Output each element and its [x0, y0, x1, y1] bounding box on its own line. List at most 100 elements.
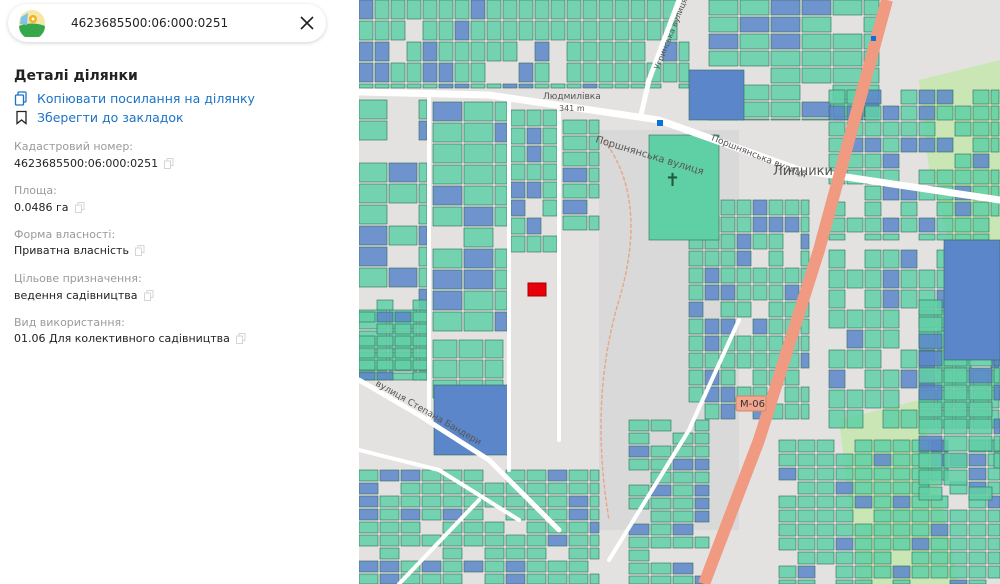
land-parcel[interactable] — [882, 289, 900, 309]
land-parcel[interactable] — [463, 311, 494, 332]
land-parcel[interactable] — [770, 101, 801, 118]
land-parcel[interactable] — [778, 453, 797, 467]
land-parcel[interactable] — [494, 143, 508, 164]
land-parcel[interactable] — [943, 435, 968, 452]
land-parcel[interactable] — [518, 83, 534, 89]
land-parcel[interactable] — [864, 153, 882, 169]
land-parcel[interactable] — [972, 233, 990, 241]
land-parcel[interactable] — [846, 349, 864, 369]
land-parcel[interactable] — [936, 201, 954, 217]
land-parcel[interactable] — [854, 439, 873, 453]
land-parcel[interactable] — [400, 521, 421, 534]
land-parcel[interactable] — [736, 267, 752, 284]
land-parcel[interactable] — [816, 551, 835, 565]
land-parcel[interactable] — [778, 523, 797, 537]
land-parcel[interactable] — [672, 458, 694, 471]
land-parcel[interactable] — [534, 62, 550, 83]
land-parcel[interactable] — [412, 323, 428, 335]
land-parcel[interactable] — [778, 579, 797, 584]
land-parcel[interactable] — [526, 235, 542, 253]
land-parcel[interactable] — [720, 369, 736, 386]
land-parcel[interactable] — [566, 0, 582, 20]
land-parcel[interactable] — [614, 20, 630, 41]
land-parcel[interactable] — [892, 523, 911, 537]
land-parcel[interactable] — [388, 162, 418, 183]
land-parcel[interactable] — [854, 467, 873, 481]
land-parcel[interactable] — [566, 83, 582, 89]
land-parcel[interactable] — [422, 41, 438, 62]
land-parcel[interactable] — [442, 573, 463, 584]
land-parcel[interactable] — [797, 453, 816, 467]
land-parcel[interactable] — [694, 458, 710, 471]
land-parcel[interactable] — [454, 83, 470, 89]
land-parcel[interactable] — [650, 510, 672, 523]
land-parcel[interactable] — [566, 62, 582, 83]
land-parcel[interactable] — [628, 432, 650, 445]
land-parcel[interactable] — [432, 269, 463, 290]
land-parcel[interactable] — [359, 99, 388, 120]
land-parcel[interactable] — [911, 523, 930, 537]
land-parcel[interactable] — [614, 83, 630, 89]
land-parcel[interactable] — [736, 284, 752, 301]
land-parcel[interactable] — [562, 215, 588, 231]
land-parcel[interactable] — [864, 105, 882, 121]
land-parcel[interactable] — [873, 481, 892, 495]
land-parcel[interactable] — [359, 204, 388, 225]
land-parcel[interactable] — [968, 565, 987, 579]
land-parcel[interactable] — [388, 267, 418, 288]
land-parcel[interactable] — [406, 0, 422, 20]
land-parcel[interactable] — [688, 352, 704, 369]
land-parcel[interactable] — [688, 369, 704, 386]
land-parcel[interactable] — [494, 269, 508, 290]
land-parcel[interactable] — [550, 83, 566, 89]
land-parcel[interactable] — [518, 62, 534, 83]
land-parcel[interactable] — [442, 560, 463, 573]
land-parcel[interactable] — [688, 69, 745, 121]
land-parcel[interactable] — [864, 137, 882, 153]
land-parcel[interactable] — [800, 335, 810, 352]
land-parcel[interactable] — [484, 547, 505, 560]
land-parcel[interactable] — [797, 509, 816, 523]
land-parcel[interactable] — [835, 467, 854, 481]
land-parcel[interactable] — [678, 62, 690, 83]
land-parcel[interactable] — [568, 508, 589, 521]
land-parcel[interactable] — [394, 347, 412, 359]
land-parcel[interactable] — [484, 339, 504, 359]
land-parcel[interactable] — [918, 299, 943, 316]
land-parcel[interactable] — [972, 121, 990, 137]
land-parcel[interactable] — [379, 547, 400, 560]
land-parcel[interactable] — [930, 509, 949, 523]
land-parcel[interactable] — [720, 267, 736, 284]
land-parcel[interactable] — [672, 536, 694, 549]
land-parcel[interactable] — [547, 534, 568, 547]
land-parcel[interactable] — [918, 217, 936, 233]
land-parcel[interactable] — [800, 386, 810, 403]
land-parcel[interactable] — [568, 560, 589, 573]
land-parcel[interactable] — [463, 534, 484, 547]
land-parcel[interactable] — [768, 250, 784, 267]
land-parcel[interactable] — [547, 573, 568, 584]
land-parcel[interactable] — [526, 521, 547, 534]
land-parcel[interactable] — [359, 120, 388, 141]
land-parcel[interactable] — [864, 389, 882, 409]
land-parcel[interactable] — [566, 41, 582, 62]
land-parcel[interactable] — [688, 335, 704, 352]
land-parcel[interactable] — [394, 359, 412, 371]
land-parcel[interactable] — [547, 482, 568, 495]
land-parcel[interactable] — [406, 62, 422, 83]
land-parcel[interactable] — [892, 537, 911, 551]
land-parcel[interactable] — [797, 439, 816, 453]
land-parcel[interactable] — [542, 109, 558, 127]
land-parcel[interactable] — [463, 248, 494, 269]
land-parcel[interactable] — [650, 497, 672, 510]
land-parcel[interactable] — [463, 521, 484, 534]
land-parcel[interactable] — [694, 419, 710, 432]
land-parcel[interactable] — [542, 199, 558, 217]
land-parcel[interactable] — [688, 301, 704, 318]
land-parcel[interactable] — [614, 62, 630, 83]
land-parcel[interactable] — [943, 469, 968, 486]
land-parcel[interactable] — [678, 83, 690, 89]
land-parcel[interactable] — [768, 216, 784, 233]
land-parcel[interactable] — [768, 284, 784, 301]
land-parcel[interactable] — [949, 551, 968, 565]
